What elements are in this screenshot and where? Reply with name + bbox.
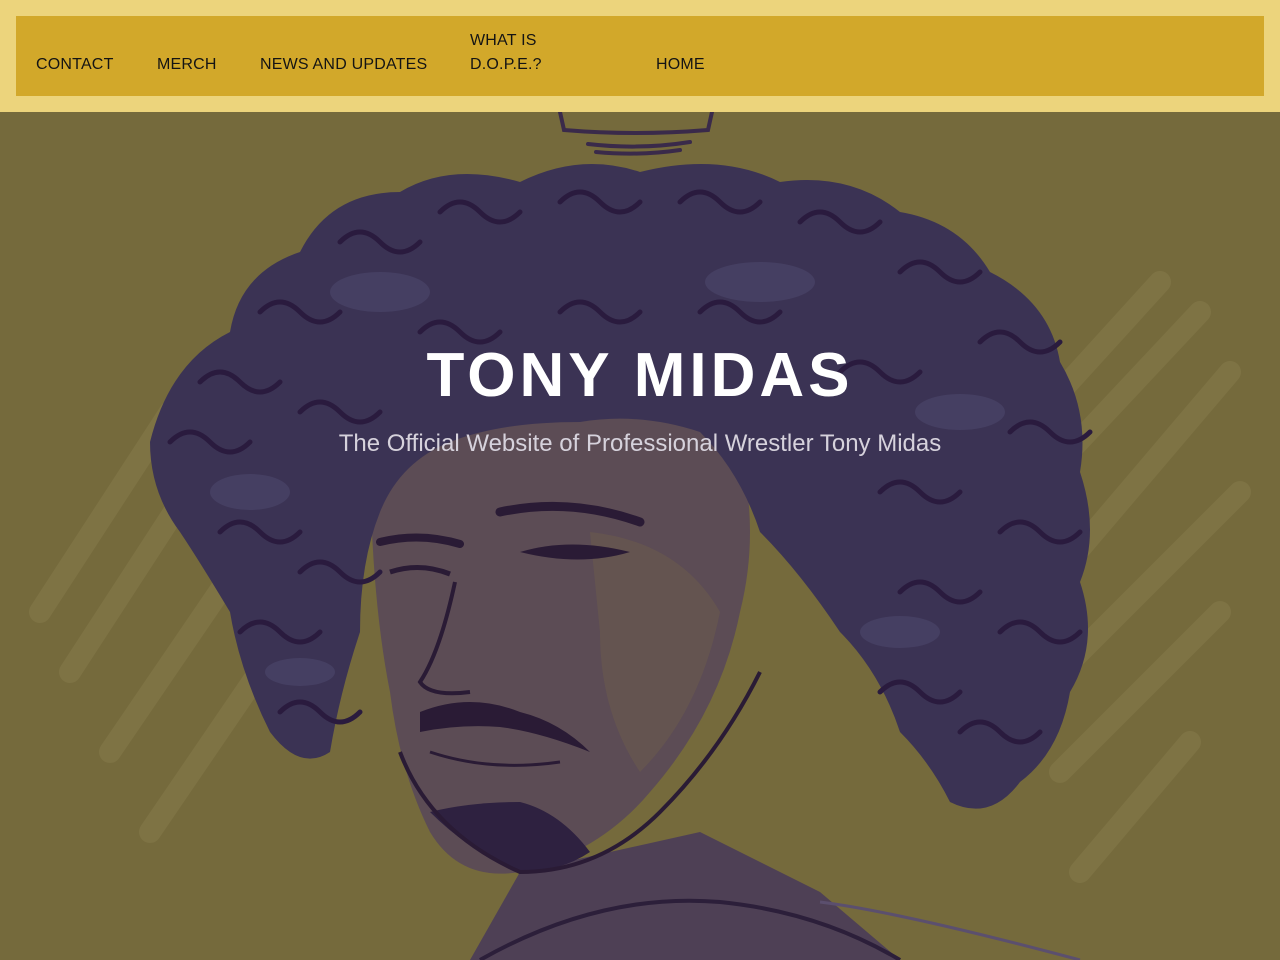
site-header: CONTACT MERCH NEWS AND UPDATES WHAT IS D… [0, 0, 1280, 112]
nav-item-news-and-updates[interactable]: NEWS AND UPDATES [260, 53, 427, 77]
hero-portrait-illustration [29, 112, 1251, 960]
nav-item-what-is-dope[interactable]: WHAT IS D.O.P.E.? [470, 29, 590, 77]
hero-section: TONY MIDAS The Official Website of Profe… [0, 112, 1280, 960]
crown-icon [558, 112, 714, 156]
site-tagline: The Official Website of Professional Wre… [338, 430, 942, 457]
nav-item-merch[interactable]: MERCH [157, 53, 217, 77]
nav-item-home[interactable]: HOME [656, 53, 705, 77]
main-nav: CONTACT MERCH NEWS AND UPDATES WHAT IS D… [16, 16, 1264, 96]
nav-item-contact[interactable]: CONTACT [36, 53, 114, 77]
page: CONTACT MERCH NEWS AND UPDATES WHAT IS D… [0, 0, 1280, 960]
site-title: TONY MIDAS [426, 341, 854, 410]
